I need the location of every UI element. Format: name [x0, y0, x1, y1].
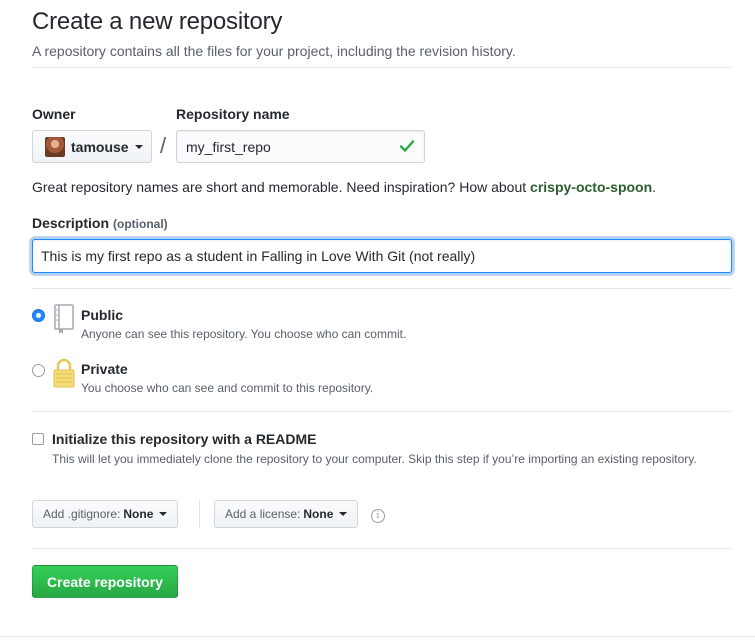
public-title: Public [81, 307, 124, 323]
description-label: Description (optional) [32, 215, 168, 233]
readme-title: Initialize this repository with a README [52, 431, 317, 447]
divider [32, 288, 731, 289]
chevron-down-icon [134, 144, 143, 149]
description-label-text: Description [32, 215, 110, 231]
license-value: None [303, 507, 334, 521]
hint-text: Great repository names are short and mem… [32, 179, 531, 195]
vertical-divider [199, 500, 200, 528]
create-repository-button[interactable]: Create repository [32, 565, 178, 598]
hint-end: . [652, 179, 657, 195]
owner-dropdown[interactable]: tamouse [32, 130, 152, 163]
license-dropdown[interactable]: Add a license: None [214, 500, 359, 528]
check-icon [399, 140, 415, 152]
readme-checkbox[interactable] [32, 433, 44, 445]
description-input[interactable] [32, 239, 732, 273]
divider [32, 548, 731, 549]
page-title: Create a new repository [32, 8, 283, 35]
avatar [45, 136, 65, 157]
public-radio[interactable] [32, 309, 45, 322]
page-subtitle: A repository contains all the files for … [32, 43, 516, 59]
gitignore-label: Add .gitignore: [43, 507, 121, 521]
name-suggestion[interactable]: crispy-octo-spoon [530, 179, 652, 195]
footer-divider [0, 636, 755, 637]
lock-icon [53, 358, 75, 388]
repo-book-icon [54, 304, 74, 334]
repo-name-input[interactable] [176, 130, 425, 163]
repo-name-hint: Great repository names are short and mem… [32, 179, 656, 195]
chevron-down-icon [339, 512, 348, 516]
gitignore-value: None [123, 507, 154, 521]
private-radio[interactable] [32, 364, 45, 377]
public-description: Anyone can see this repository. You choo… [81, 327, 407, 341]
readme-description: This will let you immediately clone the … [52, 452, 697, 466]
repo-name-label: Repository name [176, 106, 290, 122]
owner-value: tamouse [71, 138, 129, 155]
divider [32, 67, 731, 68]
optional-tag: (optional) [113, 217, 168, 231]
owner-label: Owner [32, 106, 76, 122]
gitignore-dropdown[interactable]: Add .gitignore: None [32, 500, 179, 528]
private-description: You choose who can see and commit to thi… [81, 381, 374, 395]
chevron-down-icon [159, 512, 168, 516]
divider [32, 411, 731, 412]
info-icon[interactable]: i [371, 509, 385, 523]
owner-repo-separator: / [160, 133, 167, 158]
license-label: Add a license: [225, 507, 301, 521]
private-title: Private [81, 361, 128, 377]
